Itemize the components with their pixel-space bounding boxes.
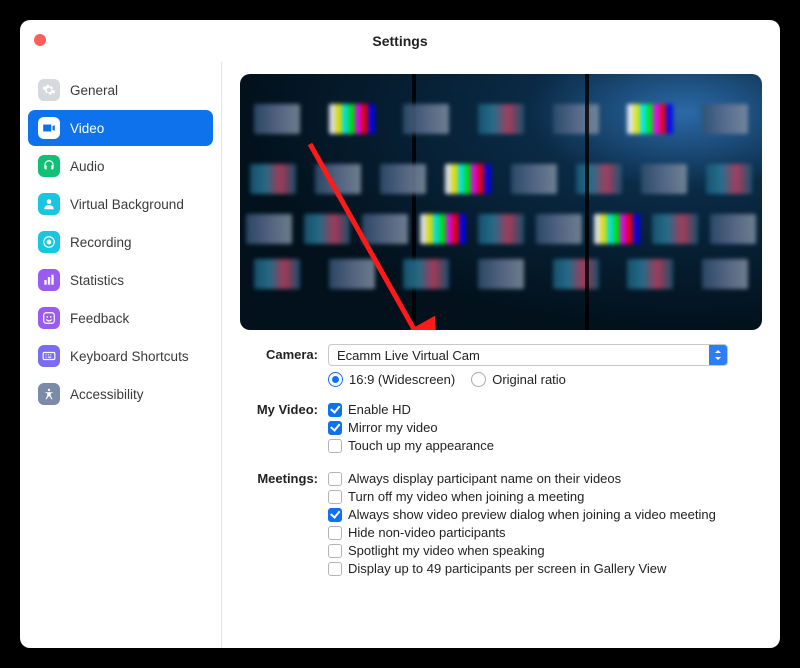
meetings-option-label: Display up to 49 participants per screen… bbox=[348, 561, 666, 576]
sidebar-item-label: Keyboard Shortcuts bbox=[70, 349, 189, 364]
gear-icon bbox=[38, 79, 60, 101]
sidebar-item-keyboard-shortcuts[interactable]: Keyboard Shortcuts bbox=[28, 338, 213, 374]
checkbox-icon bbox=[328, 403, 342, 417]
camera-select[interactable]: Ecamm Live Virtual Cam bbox=[328, 344, 728, 366]
meetings-label: Meetings: bbox=[240, 468, 328, 486]
stats-icon bbox=[38, 269, 60, 291]
checkbox-icon bbox=[328, 472, 342, 486]
sidebar-item-virtual-background[interactable]: Virtual Background bbox=[28, 186, 213, 222]
my-video-option-2[interactable]: Touch up my appearance bbox=[328, 438, 762, 453]
sidebar-item-accessibility[interactable]: Accessibility bbox=[28, 376, 213, 412]
sidebar-item-label: Virtual Background bbox=[70, 197, 184, 212]
checkbox-icon bbox=[328, 421, 342, 435]
sidebar-item-feedback[interactable]: Feedback bbox=[28, 300, 213, 336]
camera-icon bbox=[38, 117, 60, 139]
meetings-option-label: Always display participant name on their… bbox=[348, 471, 621, 486]
settings-window: Settings General Video Audio Virtual Backgr… bbox=[20, 20, 780, 648]
meetings-option-5[interactable]: Display up to 49 participants per screen… bbox=[328, 561, 762, 576]
checkbox-icon bbox=[328, 490, 342, 504]
meetings-option-label: Hide non-video participants bbox=[348, 525, 506, 540]
chevron-updown-icon bbox=[709, 345, 727, 365]
window-body: General Video Audio Virtual Background Recor… bbox=[20, 62, 780, 648]
checkbox-icon bbox=[328, 439, 342, 453]
camera-select-value: Ecamm Live Virtual Cam bbox=[337, 348, 480, 363]
checkbox-icon bbox=[328, 526, 342, 540]
sidebar-item-label: Feedback bbox=[70, 311, 129, 326]
sidebar-item-recording[interactable]: Recording bbox=[28, 224, 213, 260]
camera-label: Camera: bbox=[240, 344, 328, 362]
radio-icon bbox=[328, 372, 343, 387]
sidebar-item-label: General bbox=[70, 83, 118, 98]
checkbox-icon bbox=[328, 508, 342, 522]
my-video-option-label: Touch up my appearance bbox=[348, 438, 494, 453]
my-video-row: My Video: Enable HD Mirror my video Touch … bbox=[240, 399, 762, 456]
sidebar-item-audio[interactable]: Audio bbox=[28, 148, 213, 184]
aspect-16-9-radio[interactable]: 16:9 (Widescreen) bbox=[328, 372, 455, 387]
close-window-button[interactable] bbox=[34, 34, 46, 46]
window-title: Settings bbox=[20, 33, 780, 49]
meetings-option-label: Always show video preview dialog when jo… bbox=[348, 507, 716, 522]
sidebar-item-video[interactable]: Video bbox=[28, 110, 213, 146]
titlebar: Settings bbox=[20, 20, 780, 62]
meetings-option-1[interactable]: Turn off my video when joining a meeting bbox=[328, 489, 762, 504]
aspect-original-label: Original ratio bbox=[492, 372, 566, 387]
sidebar-item-label: Recording bbox=[70, 235, 132, 250]
record-icon bbox=[38, 231, 60, 253]
meetings-row: Meetings: Always display participant nam… bbox=[240, 468, 762, 579]
access-icon bbox=[38, 383, 60, 405]
checkbox-icon bbox=[328, 562, 342, 576]
meetings-option-label: Spotlight my video when speaking bbox=[348, 543, 545, 558]
smile-icon bbox=[38, 307, 60, 329]
headset-icon bbox=[38, 155, 60, 177]
my-video-option-0[interactable]: Enable HD bbox=[328, 402, 762, 417]
my-video-option-label: Enable HD bbox=[348, 402, 411, 417]
my-video-label: My Video: bbox=[240, 399, 328, 417]
checkbox-icon bbox=[328, 544, 342, 558]
sidebar: General Video Audio Virtual Background Recor… bbox=[20, 62, 222, 648]
sidebar-item-label: Video bbox=[70, 121, 104, 136]
meetings-option-3[interactable]: Hide non-video participants bbox=[328, 525, 762, 540]
video-settings-form: Camera: Ecamm Live Virtual Cam 16:9 (Wid… bbox=[240, 344, 762, 579]
meetings-option-4[interactable]: Spotlight my video when speaking bbox=[328, 543, 762, 558]
aspect-16-9-label: 16:9 (Widescreen) bbox=[349, 372, 455, 387]
meetings-option-2[interactable]: Always show video preview dialog when jo… bbox=[328, 507, 762, 522]
meetings-option-0[interactable]: Always display participant name on their… bbox=[328, 471, 762, 486]
user-icon bbox=[38, 193, 60, 215]
camera-row: Camera: Ecamm Live Virtual Cam 16:9 (Wid… bbox=[240, 344, 762, 393]
sidebar-item-statistics[interactable]: Statistics bbox=[28, 262, 213, 298]
meetings-option-label: Turn off my video when joining a meeting bbox=[348, 489, 584, 504]
aspect-original-radio[interactable]: Original ratio bbox=[471, 372, 566, 387]
video-preview bbox=[240, 74, 762, 330]
my-video-option-label: Mirror my video bbox=[348, 420, 438, 435]
sidebar-item-general[interactable]: General bbox=[28, 72, 213, 108]
my-video-option-1[interactable]: Mirror my video bbox=[328, 420, 762, 435]
radio-icon bbox=[471, 372, 486, 387]
keyboard-icon bbox=[38, 345, 60, 367]
sidebar-item-label: Statistics bbox=[70, 273, 124, 288]
sidebar-item-label: Audio bbox=[70, 159, 105, 174]
content-pane: Camera: Ecamm Live Virtual Cam 16:9 (Wid… bbox=[222, 62, 780, 648]
sidebar-item-label: Accessibility bbox=[70, 387, 144, 402]
